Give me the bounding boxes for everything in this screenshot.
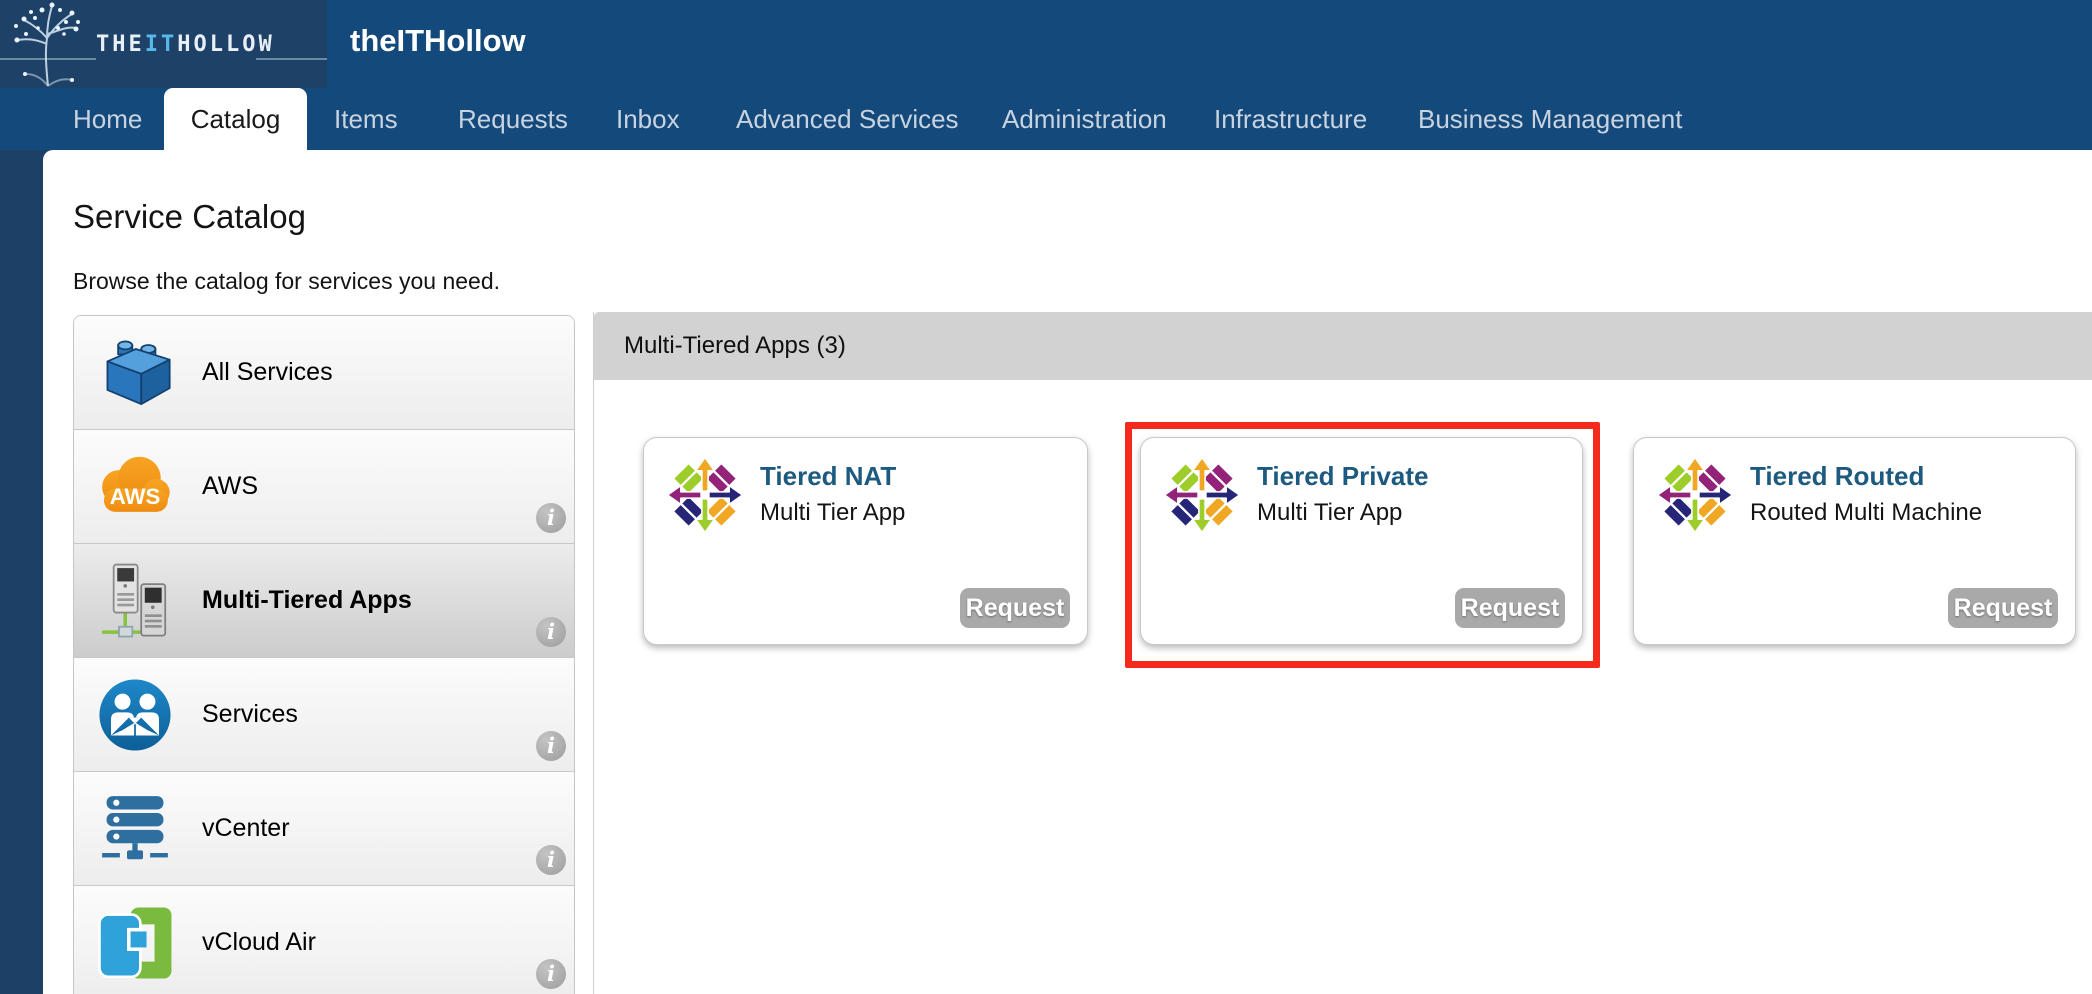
tree-icon [14, 2, 80, 87]
logo-wordmark: THE IT HOLLOW [96, 31, 275, 57]
content-panel: Service Catalog Browse the catalog for s… [43, 150, 2092, 994]
services-icon [94, 674, 176, 756]
top-header: THE IT HOLLOW theITHollow Home Catalog Ite… [0, 0, 2092, 150]
aws-cloud-icon: AWS [94, 446, 176, 528]
sidebar-item-vcenter[interactable]: vCenter i [74, 772, 574, 886]
request-button[interactable]: Request [1948, 588, 2058, 628]
sidebar-item-label: AWS [202, 472, 259, 500]
nav-advanced-services[interactable]: Advanced Services [736, 88, 959, 150]
card-subtitle: Multi Tier App [1257, 499, 1403, 526]
tenant-title: theITHollow [350, 23, 526, 58]
sidebar-item-label: Services [202, 700, 298, 728]
page-subtitle: Browse the catalog for services you need… [73, 268, 501, 294]
section-header-label: Multi-Tiered Apps (3) [624, 332, 846, 359]
nav-catalog-active-tab[interactable]: Catalog [164, 88, 307, 150]
info-icon[interactable]: i [536, 617, 566, 647]
card-subtitle: Multi Tier App [760, 499, 906, 526]
sidebar-item-label: vCenter [202, 814, 290, 842]
brick-icon [94, 332, 176, 414]
svg-text:AWS: AWS [110, 483, 161, 508]
nav-business-management[interactable]: Business Management [1418, 88, 1682, 150]
info-icon[interactable]: i [536, 503, 566, 533]
sidebar-item-multi-tiered-apps[interactable]: Multi-Tiered Apps i [74, 544, 574, 658]
main-nav: Home Catalog Items Requests Inbox Advanc… [0, 88, 2092, 150]
info-icon[interactable]: i [536, 731, 566, 761]
card-subtitle: Routed Multi Machine [1750, 499, 1983, 526]
nav-requests[interactable]: Requests [458, 88, 568, 150]
sidebar-item-label: Multi-Tiered Apps [202, 586, 412, 614]
card-title-link[interactable]: Tiered NAT [760, 461, 896, 492]
centos-icon [666, 456, 744, 534]
pane-divider [593, 312, 594, 994]
request-button[interactable]: Request [960, 588, 1070, 628]
sidebar-item-label: All Services [202, 358, 333, 386]
catalog-card-tiered-private[interactable]: Tiered Private Multi Tier App Request [1140, 437, 1583, 645]
page-title: Service Catalog [73, 198, 306, 235]
sidebar-item-services[interactable]: Services i [74, 658, 574, 772]
info-icon[interactable]: i [536, 959, 566, 989]
card-title-link[interactable]: Tiered Private [1257, 461, 1429, 492]
red-highlight-box: Tiered Private Multi Tier App Request [1125, 422, 1600, 668]
nav-inbox[interactable]: Inbox [616, 88, 680, 150]
tiered-apps-icon [94, 560, 176, 642]
sidebar-item-all-services[interactable]: All Services [74, 316, 574, 430]
centos-icon [1163, 456, 1241, 534]
nav-infrastructure[interactable]: Infrastructure [1214, 88, 1367, 150]
centos-icon [1656, 456, 1734, 534]
card-title-link[interactable]: Tiered Routed [1750, 461, 1924, 492]
theithollow-logo[interactable]: THE IT HOLLOW [0, 0, 327, 88]
sidebar-item-label: vCloud Air [202, 928, 316, 956]
request-button[interactable]: Request [1455, 588, 1565, 628]
catalog-sidebar: All Services AWS AWS i Multi-Tiered Apps… [73, 315, 575, 994]
sidebar-item-vcloud-air[interactable]: vCloud Air i [74, 886, 574, 994]
section-header-band: Multi-Tiered Apps (3) [594, 312, 2092, 380]
catalog-card-tiered-nat[interactable]: Tiered NAT Multi Tier App Request [643, 437, 1088, 645]
vcloud-air-icon [94, 902, 176, 984]
catalog-card-tiered-routed[interactable]: Tiered Routed Routed Multi Machine Reque… [1633, 437, 2076, 645]
vcenter-icon [94, 788, 176, 870]
nav-administration[interactable]: Administration [1002, 88, 1167, 150]
nav-home[interactable]: Home [73, 88, 142, 150]
sidebar-item-aws[interactable]: AWS AWS i [74, 430, 574, 544]
info-icon[interactable]: i [536, 845, 566, 875]
nav-items[interactable]: Items [334, 88, 398, 150]
